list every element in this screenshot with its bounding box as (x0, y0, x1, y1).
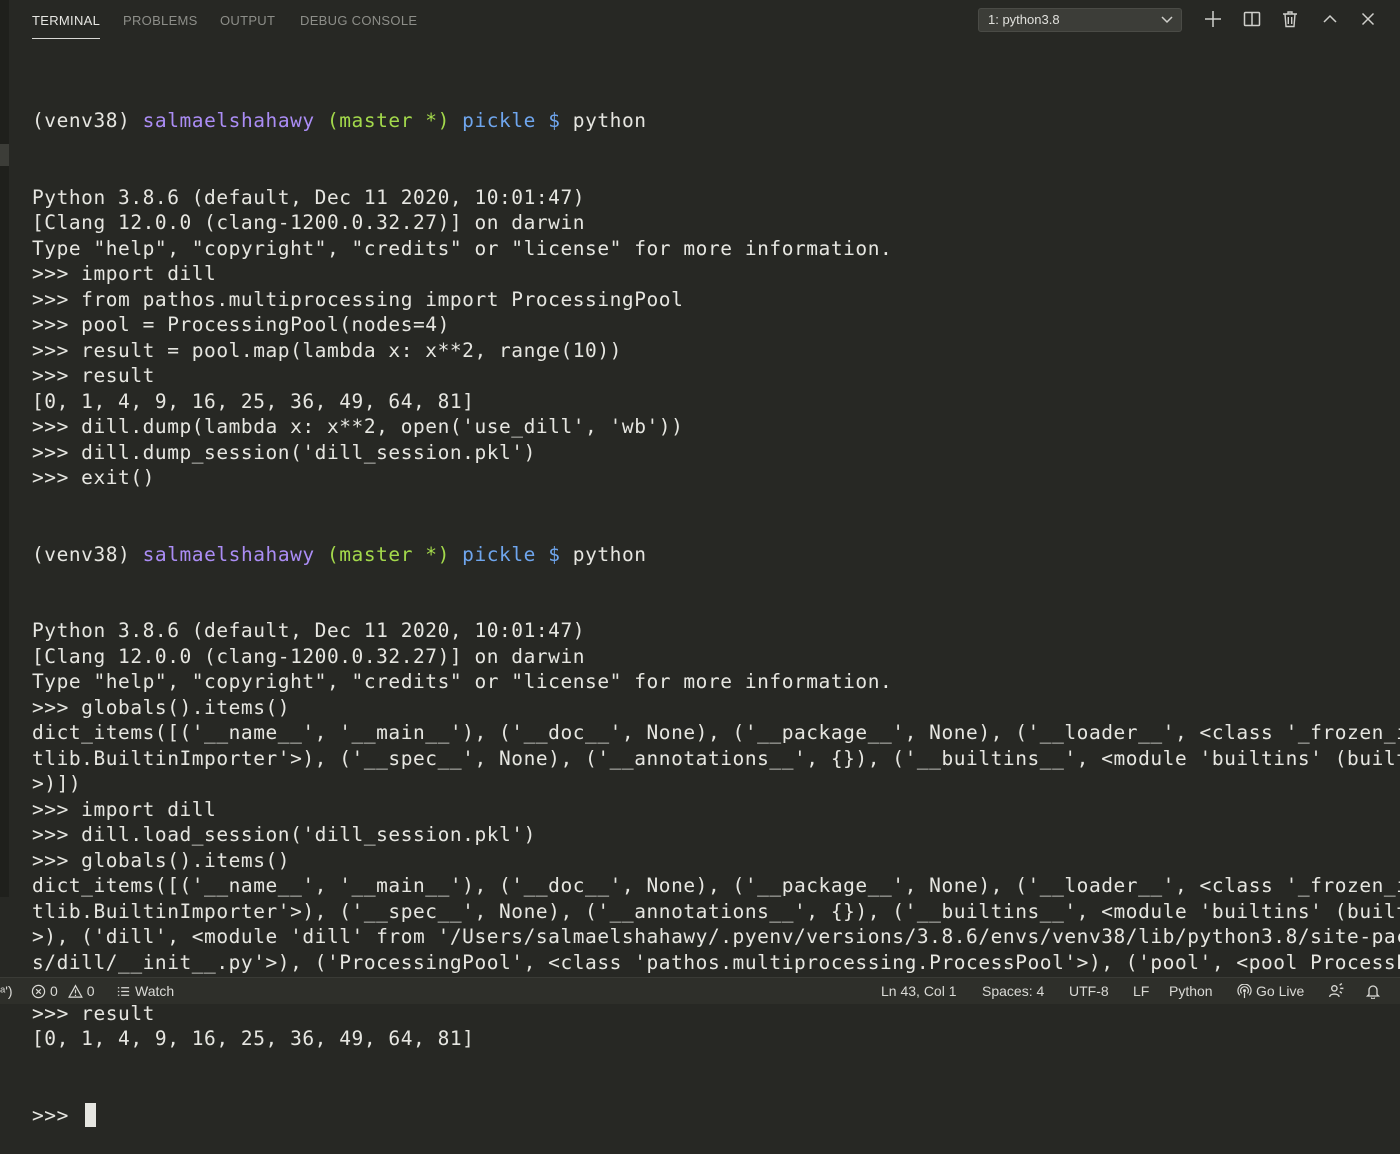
feedback-icon[interactable] (1328, 978, 1349, 1005)
terminal-line: tlib.BuiltinImporter'>), ('__spec__', No… (32, 746, 1400, 770)
warning-icon (67, 984, 83, 998)
prompt-git-branch: (master *) (314, 109, 450, 132)
terminal-line: s/dill/__init__.py'>), ('ProcessingPool'… (32, 950, 1400, 974)
cursor-position[interactable]: Ln 43, Col 1 (881, 978, 957, 1005)
terminal-line: Type "help", "copyright", "credits" or "… (32, 236, 893, 260)
terminal-line: [Clang 12.0.0 (clang-1200.0.32.27)] on d… (32, 644, 586, 668)
prompt-user: salmaelshahawy (142, 109, 315, 132)
go-live-button[interactable]: Go Live (1237, 978, 1304, 1005)
scroll-marker (0, 144, 9, 166)
terminal-block-1: Python 3.8.6 (default, Dec 11 2020, 10:0… (32, 185, 1380, 491)
terminal-line: Python 3.8.6 (default, Dec 11 2020, 10:0… (32, 619, 586, 642)
error-icon (31, 984, 46, 999)
terminal-line: >>> dill.dump(lambda x: x**2, open('use_… (32, 415, 684, 438)
terminal-line: dict_items([('__name__', '__main__'), ('… (32, 874, 1400, 897)
plus-icon[interactable] (1203, 9, 1223, 29)
prompt-venv: (venv38) (32, 109, 143, 132)
prompt-command: python (560, 542, 647, 566)
error-count: 0 (50, 983, 58, 999)
language-mode[interactable]: Python (1169, 978, 1213, 1005)
close-icon[interactable] (1358, 9, 1378, 29)
prompt-user: salmaelshahawy (142, 542, 315, 566)
terminal-line: >>> result (32, 364, 155, 387)
text-cursor (85, 1102, 97, 1127)
prompt-git-branch: (master *) (314, 542, 450, 566)
terminal-line: >>> dill.load_session('dill_session.pkl'… (32, 823, 536, 846)
go-live-label: Go Live (1256, 983, 1305, 999)
terminal-line: >>> dill.dump_session('dill_session.pkl'… (32, 440, 536, 464)
terminal-line: >>> globals().items() (32, 848, 291, 872)
terminal-line: >>> result = pool.map(lambda x: x**2, ra… (32, 338, 622, 362)
terminal-select-value: 1: python3.8 (988, 12, 1060, 27)
tab-terminal[interactable]: TERMINAL (32, 0, 101, 42)
encoding[interactable]: UTF-8 (1069, 978, 1109, 1005)
prompt-dollar: $ (535, 542, 561, 566)
broadcast-icon (1237, 984, 1252, 999)
terminal-line: [0, 1, 4, 9, 16, 25, 36, 49, 64, 81] (32, 389, 475, 413)
terminal-line: tlib.BuiltinImporter'>), ('__spec__', No… (32, 899, 1400, 923)
status-bar: ᵃ') 0 0 Watch Ln 43, Col 1 Spaces: 4 UTF… (0, 977, 1400, 1004)
activity-strip (0, 0, 9, 897)
prompt-directory: pickle (449, 109, 536, 132)
terminal-line: >), ('dill', <module 'dill' from '/Users… (32, 925, 1400, 948)
terminal-line: dict_items([('__name__', '__main__'), ('… (32, 721, 1400, 744)
tab-problems[interactable]: PROBLEMS (123, 0, 198, 42)
terminal-line: [Clang 12.0.0 (clang-1200.0.32.27)] on d… (32, 211, 586, 234)
chevron-down-icon (1161, 16, 1173, 24)
bell-icon[interactable] (1365, 978, 1385, 1005)
split-icon[interactable] (1242, 9, 1262, 29)
terminal-line: Python 3.8.6 (default, Dec 11 2020, 10:0… (32, 185, 586, 209)
watch-button[interactable]: Watch (116, 978, 174, 1005)
end-of-line[interactable]: LF (1133, 978, 1149, 1005)
prompt-dollar: $ (535, 109, 561, 132)
python-prompt: >>> (32, 1103, 82, 1127)
trash-icon[interactable] (1280, 9, 1300, 29)
prompt-directory: pickle (449, 542, 536, 566)
prompt-venv: (venv38) (32, 542, 143, 566)
terminal-select[interactable]: 1: python3.8 (978, 8, 1182, 32)
terminal-line: >>> import dill (32, 797, 217, 821)
terminal-line: >>> pool = ProcessingPool(nodes=4) (32, 313, 450, 336)
chevron-up-icon[interactable] (1320, 9, 1340, 29)
terminal-line: >>> from pathos.multiprocessing import P… (32, 287, 684, 311)
indentation[interactable]: Spaces: 4 (982, 978, 1044, 1005)
terminal-line: >>> import dill (32, 262, 217, 285)
tab-debug-console[interactable]: DEBUG CONSOLE (300, 0, 417, 42)
problems-status[interactable]: 0 0 (31, 978, 94, 1005)
prompt-line: (venv38) salmaelshahawy (master *) pickl… (32, 542, 1380, 568)
terminal-line: >>> exit() (32, 466, 155, 489)
terminal-line: >)]) (32, 772, 82, 795)
terminal-line: [0, 1, 4, 9, 16, 25, 36, 49, 64, 81] (32, 1027, 475, 1050)
panel-header: TERMINAL PROBLEMS OUTPUT DEBUG CONSOLE (9, 0, 1400, 42)
terminal-line: >>> globals().items() (32, 695, 291, 719)
tab-output[interactable]: OUTPUT (220, 0, 275, 42)
warning-count: 0 (86, 983, 95, 999)
prompt-line: (venv38) salmaelshahawy (master *) pickl… (32, 108, 1380, 134)
status-fragment[interactable]: ᵃ') (0, 978, 13, 1005)
prompt-command: python (560, 109, 647, 132)
input-line[interactable]: >>> (32, 1102, 1380, 1129)
watch-label: Watch (135, 983, 175, 999)
terminal-line: Type "help", "copyright", "credits" or "… (32, 670, 893, 693)
list-icon (117, 987, 130, 996)
